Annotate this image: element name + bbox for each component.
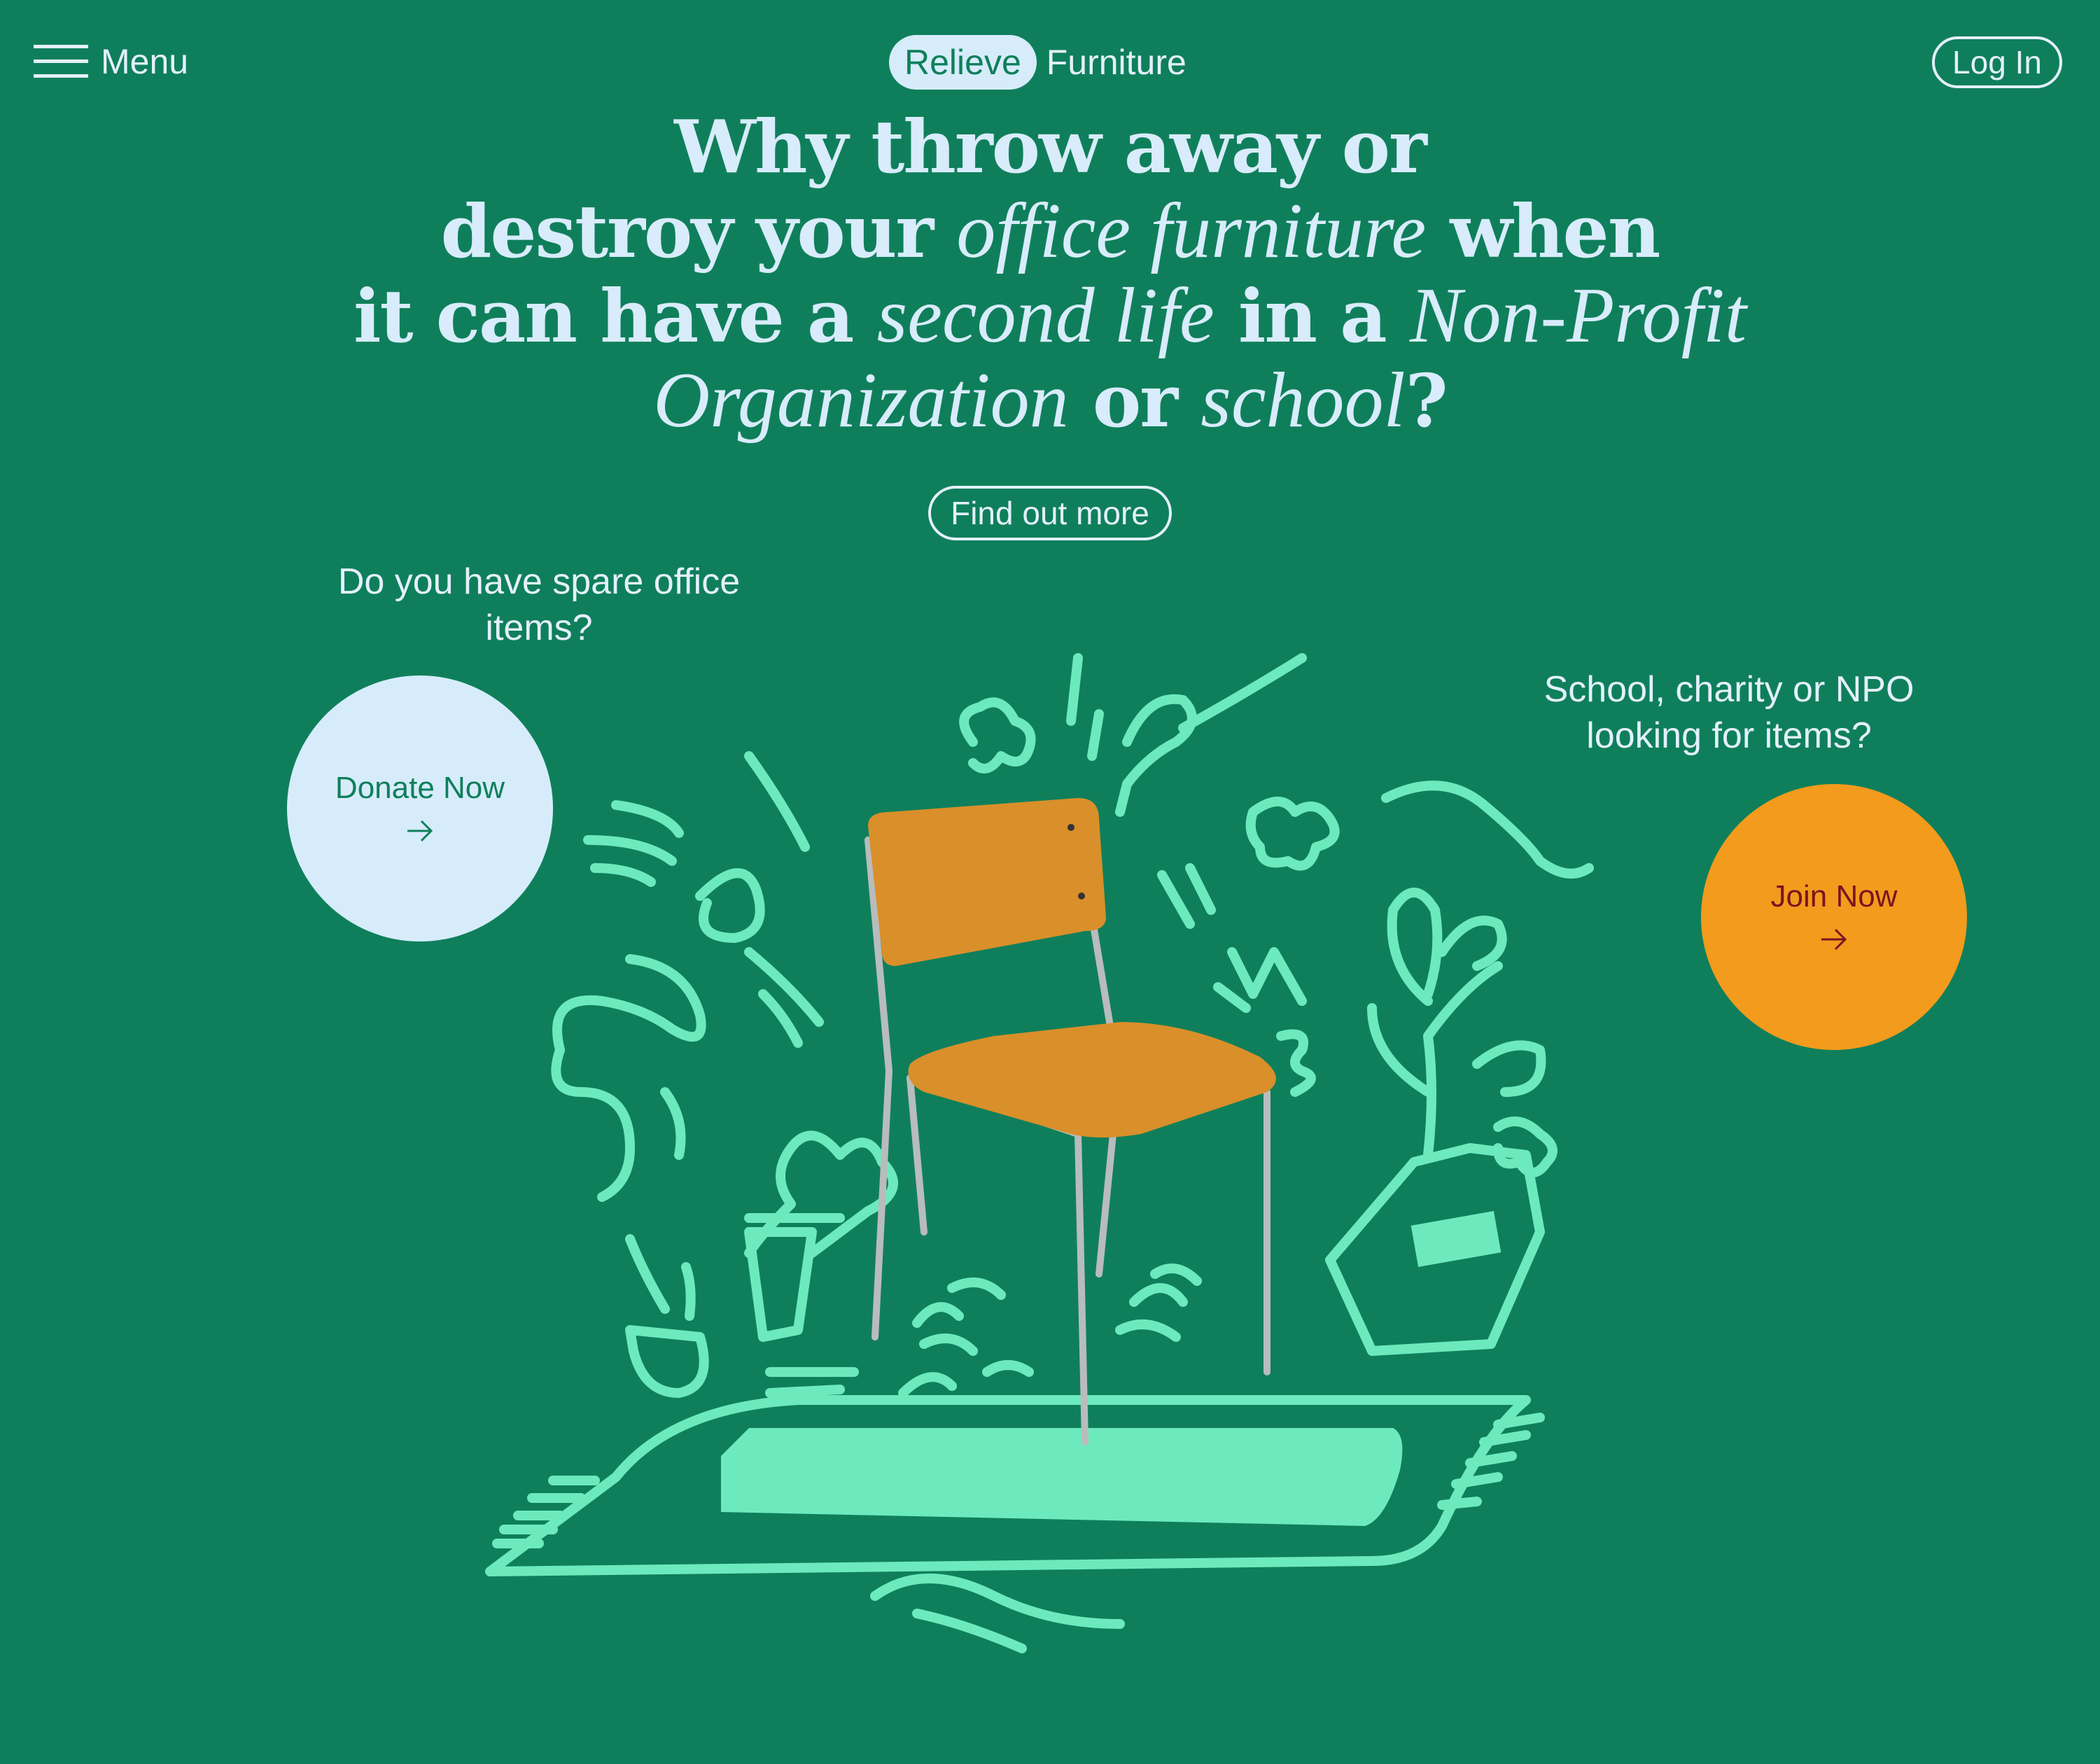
headline-line-1: Why throw away or (674, 104, 1427, 190)
headline-emphasis: Non-Profit (1409, 272, 1747, 359)
headline-text: in a (1214, 273, 1410, 359)
headline-text: or (1068, 358, 1201, 444)
join-now-label: Join Now (1770, 879, 1898, 913)
headline-text: when (1426, 188, 1660, 274)
site-logo[interactable]: Relieve Furniture (889, 34, 1186, 91)
headline-emphasis: school (1200, 357, 1406, 444)
arrow-right-icon (1821, 928, 1847, 951)
find-out-more-button[interactable]: Find out more (928, 486, 1172, 540)
hamburger-icon (34, 45, 88, 78)
headline-emphasis: office furniture (956, 188, 1427, 274)
logo-highlight: Relieve (889, 35, 1037, 90)
logo-word: Furniture (1046, 43, 1186, 82)
menu-label: Menu (101, 42, 189, 81)
headline-emphasis: second life (876, 272, 1214, 359)
login-button[interactable]: Log In (1932, 36, 2062, 88)
chair-illustration (485, 653, 1594, 1653)
headline-text: it can have a (353, 273, 877, 359)
headline-text: ? (1405, 358, 1448, 444)
headline-emphasis: Organization (653, 357, 1069, 444)
menu-button[interactable]: Menu (34, 36, 188, 87)
headline-text: destroy your (440, 188, 957, 274)
join-now-button[interactable]: Join Now (1701, 784, 1967, 1050)
hero-headline: Why throw away or destroy your office fu… (280, 105, 1820, 443)
